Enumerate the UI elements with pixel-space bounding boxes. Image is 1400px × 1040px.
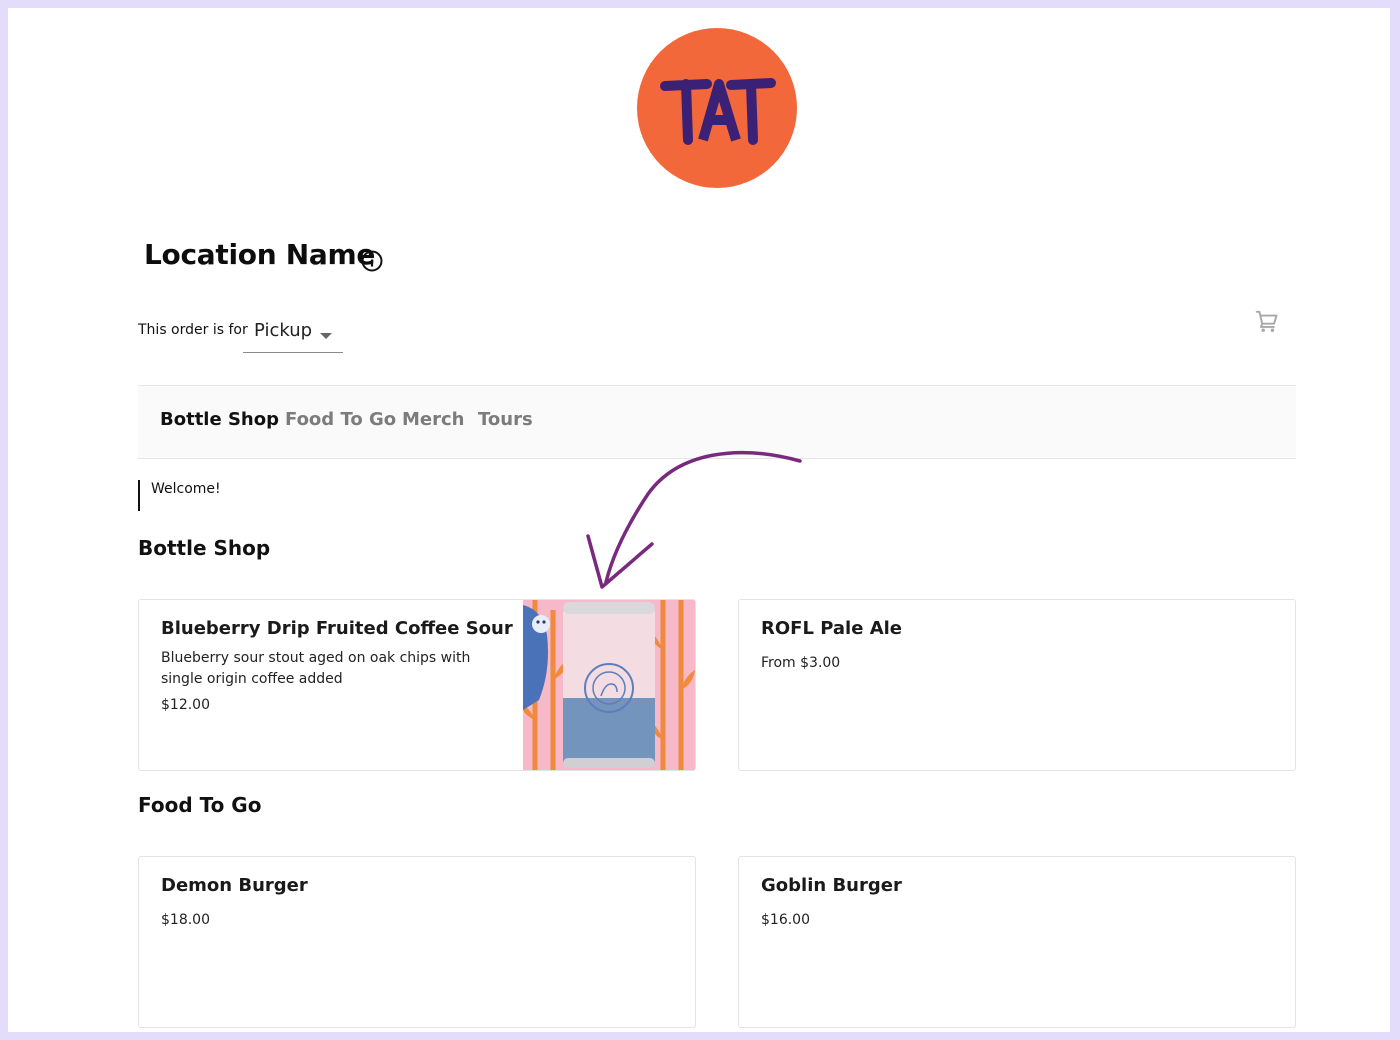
item-price: From $3.00 [761,655,841,671]
beer-can-image [523,600,695,770]
tab-tours[interactable]: Tours [478,409,533,430]
item-description: Blueberry sour stout aged on oak chips w… [161,650,471,687]
order-type-value: Pickup [254,320,313,341]
menu-item-card[interactable]: ROFL Pale Ale From $3.00 [738,599,1296,771]
item-price: $12.00 [161,697,210,713]
section-title-bottle-shop: Bottle Shop [138,536,271,560]
tab-merch[interactable]: Merch [402,409,464,430]
tab-food-to-go[interactable]: Food To Go [285,409,396,430]
menu-item-card[interactable]: Goblin Burger $16.00 [738,856,1296,1028]
menu-item-card[interactable]: Demon Burger $18.00 [138,856,696,1028]
page-title: Location Name [144,238,376,271]
tab-bottle-shop[interactable]: Bottle Shop [160,409,279,430]
item-name: Blueberry Drip Fruited Coffee Sour [161,618,513,639]
menu-item-card[interactable]: Blueberry Drip Fruited Coffee Sour Blueb… [138,599,696,771]
item-name: Demon Burger [161,875,308,896]
order-type-label: This order is for [138,322,248,338]
page: Location Name This order is for Pickup B… [8,8,1390,1032]
order-type-select[interactable]: Pickup [243,312,343,353]
section-title-food-to-go: Food To Go [138,793,262,817]
info-icon[interactable] [360,249,384,273]
item-price: $16.00 [761,912,810,928]
welcome-text: Welcome! [151,481,221,497]
brand-logo [637,28,797,188]
annotation-arrow [586,451,802,589]
cart-icon[interactable] [1254,308,1280,334]
item-name: ROFL Pale Ale [761,618,903,639]
welcome-note: Welcome! [138,480,221,511]
item-name: Goblin Burger [761,875,902,896]
dropdown-caret-icon [320,333,332,339]
item-price: $18.00 [161,912,210,928]
